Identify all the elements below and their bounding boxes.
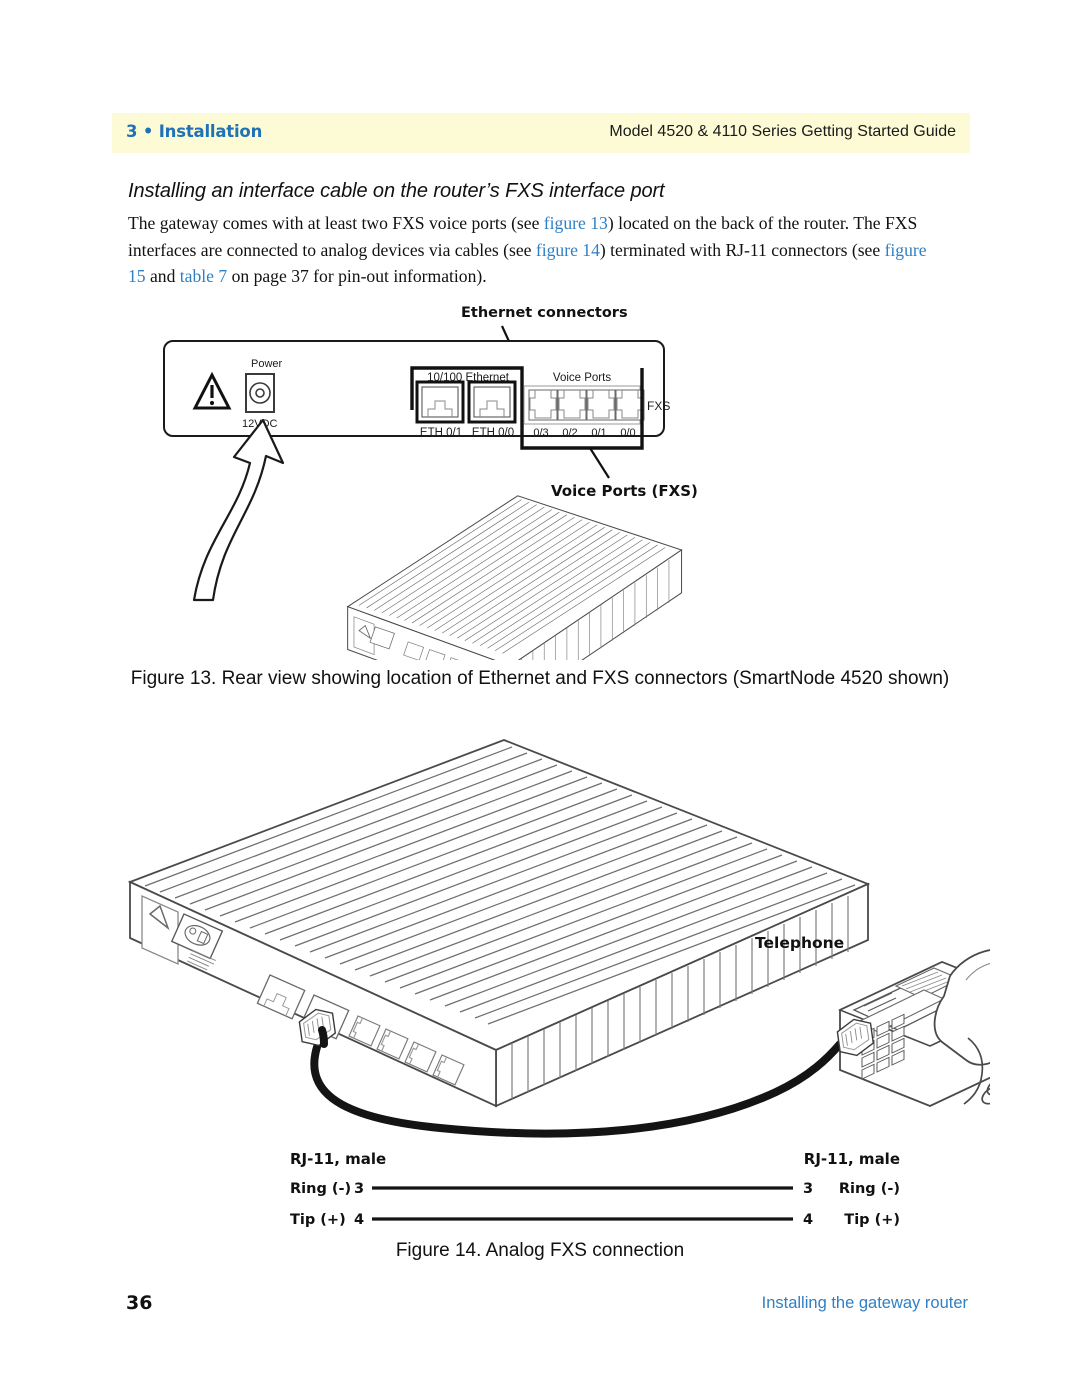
para-text-5: on page 37 for pin-out information).	[227, 266, 487, 286]
header-guide-title: Model 4520 & 4110 Series Getting Started…	[609, 123, 956, 140]
pinout-right-label-1: Tip (+)	[844, 1212, 900, 1228]
label-voice-0-0: 0/0	[620, 427, 635, 439]
callout-ethernet-connectors: Ethernet connectors	[461, 305, 628, 321]
document-page: 3 • Installation Model 4520 & 4110 Serie…	[0, 0, 1080, 1397]
label-power: Power	[251, 358, 283, 370]
para-text-1: The gateway comes with at least two FXS …	[128, 213, 544, 233]
header-chapter-title: 3 • Installation	[126, 122, 263, 141]
pinout-right-title: RJ-11, male	[804, 1150, 900, 1168]
page-header-band: 3 • Installation Model 4520 & 4110 Serie…	[112, 113, 970, 153]
callout-voice-ports-fxs: Voice Ports (FXS)	[551, 482, 698, 500]
pinout-left-label-1: Tip (+)	[290, 1212, 346, 1228]
footer-page-number: 36	[126, 1292, 153, 1314]
xref-figure-14[interactable]: figure 14	[536, 240, 600, 260]
xref-table-7[interactable]: table 7	[180, 266, 227, 286]
rj11-pinout-diagram: RJ-11, male RJ-11, male Ring (-) 3 3 Rin…	[290, 1150, 900, 1235]
pinout-left-label-0: Ring (-)	[290, 1181, 351, 1197]
figure-14-caption: Figure 14. Analog FXS connection	[395, 1240, 685, 1261]
pinout-right-pin-0: 3	[803, 1181, 813, 1197]
pinout-left-title: RJ-11, male	[290, 1150, 386, 1168]
xref-figure-13[interactable]: figure 13	[544, 213, 608, 233]
label-fxs: FXS	[647, 399, 670, 413]
pinout-right-pin-1: 4	[803, 1212, 813, 1228]
pinout-left-pin-1: 4	[354, 1212, 364, 1228]
label-voice-0-1: 0/1	[591, 427, 606, 439]
body-paragraph: The gateway comes with at least two FXS …	[128, 210, 940, 290]
figure-13-caption: Figure 13. Rear view showing location of…	[130, 668, 950, 689]
pointer-arrow-rear-panel	[192, 418, 285, 602]
label-voice-0-3: 0/3	[533, 427, 548, 439]
pinout-left-pin-0: 3	[354, 1181, 364, 1197]
label-voice-group: Voice Ports	[553, 372, 611, 384]
para-text-4: and	[145, 266, 180, 286]
pinout-right-label-0: Ring (-)	[839, 1181, 900, 1197]
label-eth-0-1: ETH 0/1	[420, 427, 462, 439]
label-telephone: Telephone	[755, 934, 844, 952]
router-isometric-small	[346, 495, 683, 660]
footer-section-name: Installing the gateway router	[761, 1294, 968, 1312]
label-eth-0-0: ETH 0/0	[472, 427, 514, 439]
figure-13-illustration: Ethernet connectors Power 12VDC 10/100 E…	[150, 300, 950, 660]
label-voice-0-2: 0/2	[562, 427, 577, 439]
para-text-3: ) terminated with RJ-11 connectors (see	[599, 239, 885, 260]
router-isometric-large	[127, 739, 871, 1108]
section-heading: Installing an interface cable on the rou…	[128, 180, 665, 202]
